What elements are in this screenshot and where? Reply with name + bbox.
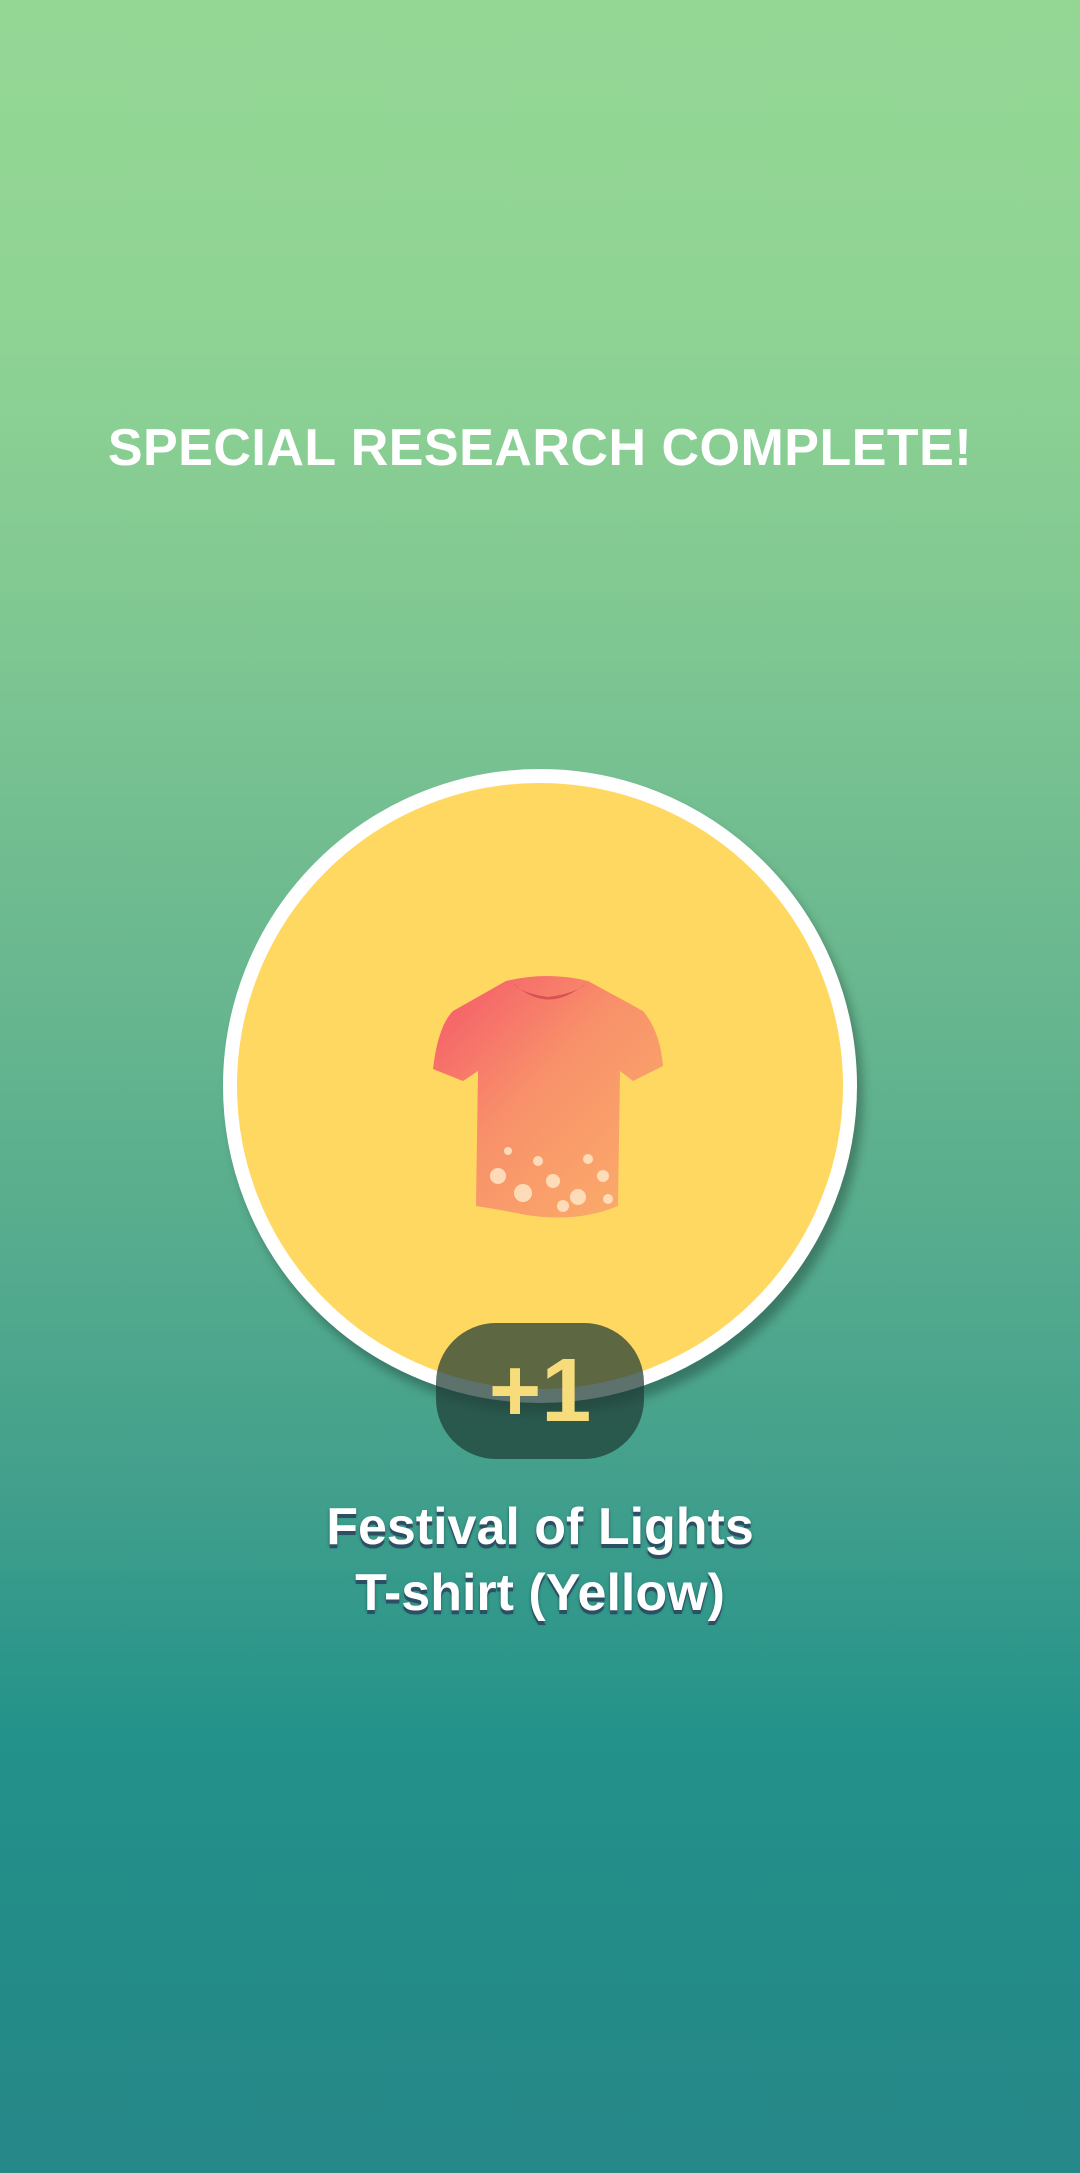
reward-item-name-line1: Festival of Lights xyxy=(326,1498,754,1556)
research-complete-screen[interactable]: SPECIAL RESEARCH COMPLETE! +1 Festival o… xyxy=(0,0,1080,2173)
reward-item-name: Festival of Lights T-shirt (Yellow) xyxy=(0,1494,1080,1626)
reward-item-circle[interactable] xyxy=(223,769,857,1403)
page-title: SPECIAL RESEARCH COMPLETE! xyxy=(107,419,973,477)
tshirt-icon xyxy=(428,971,668,1231)
reward-count-badge: +1 xyxy=(436,1323,644,1459)
reward-item-name-line2: T-shirt (Yellow) xyxy=(355,1564,725,1622)
